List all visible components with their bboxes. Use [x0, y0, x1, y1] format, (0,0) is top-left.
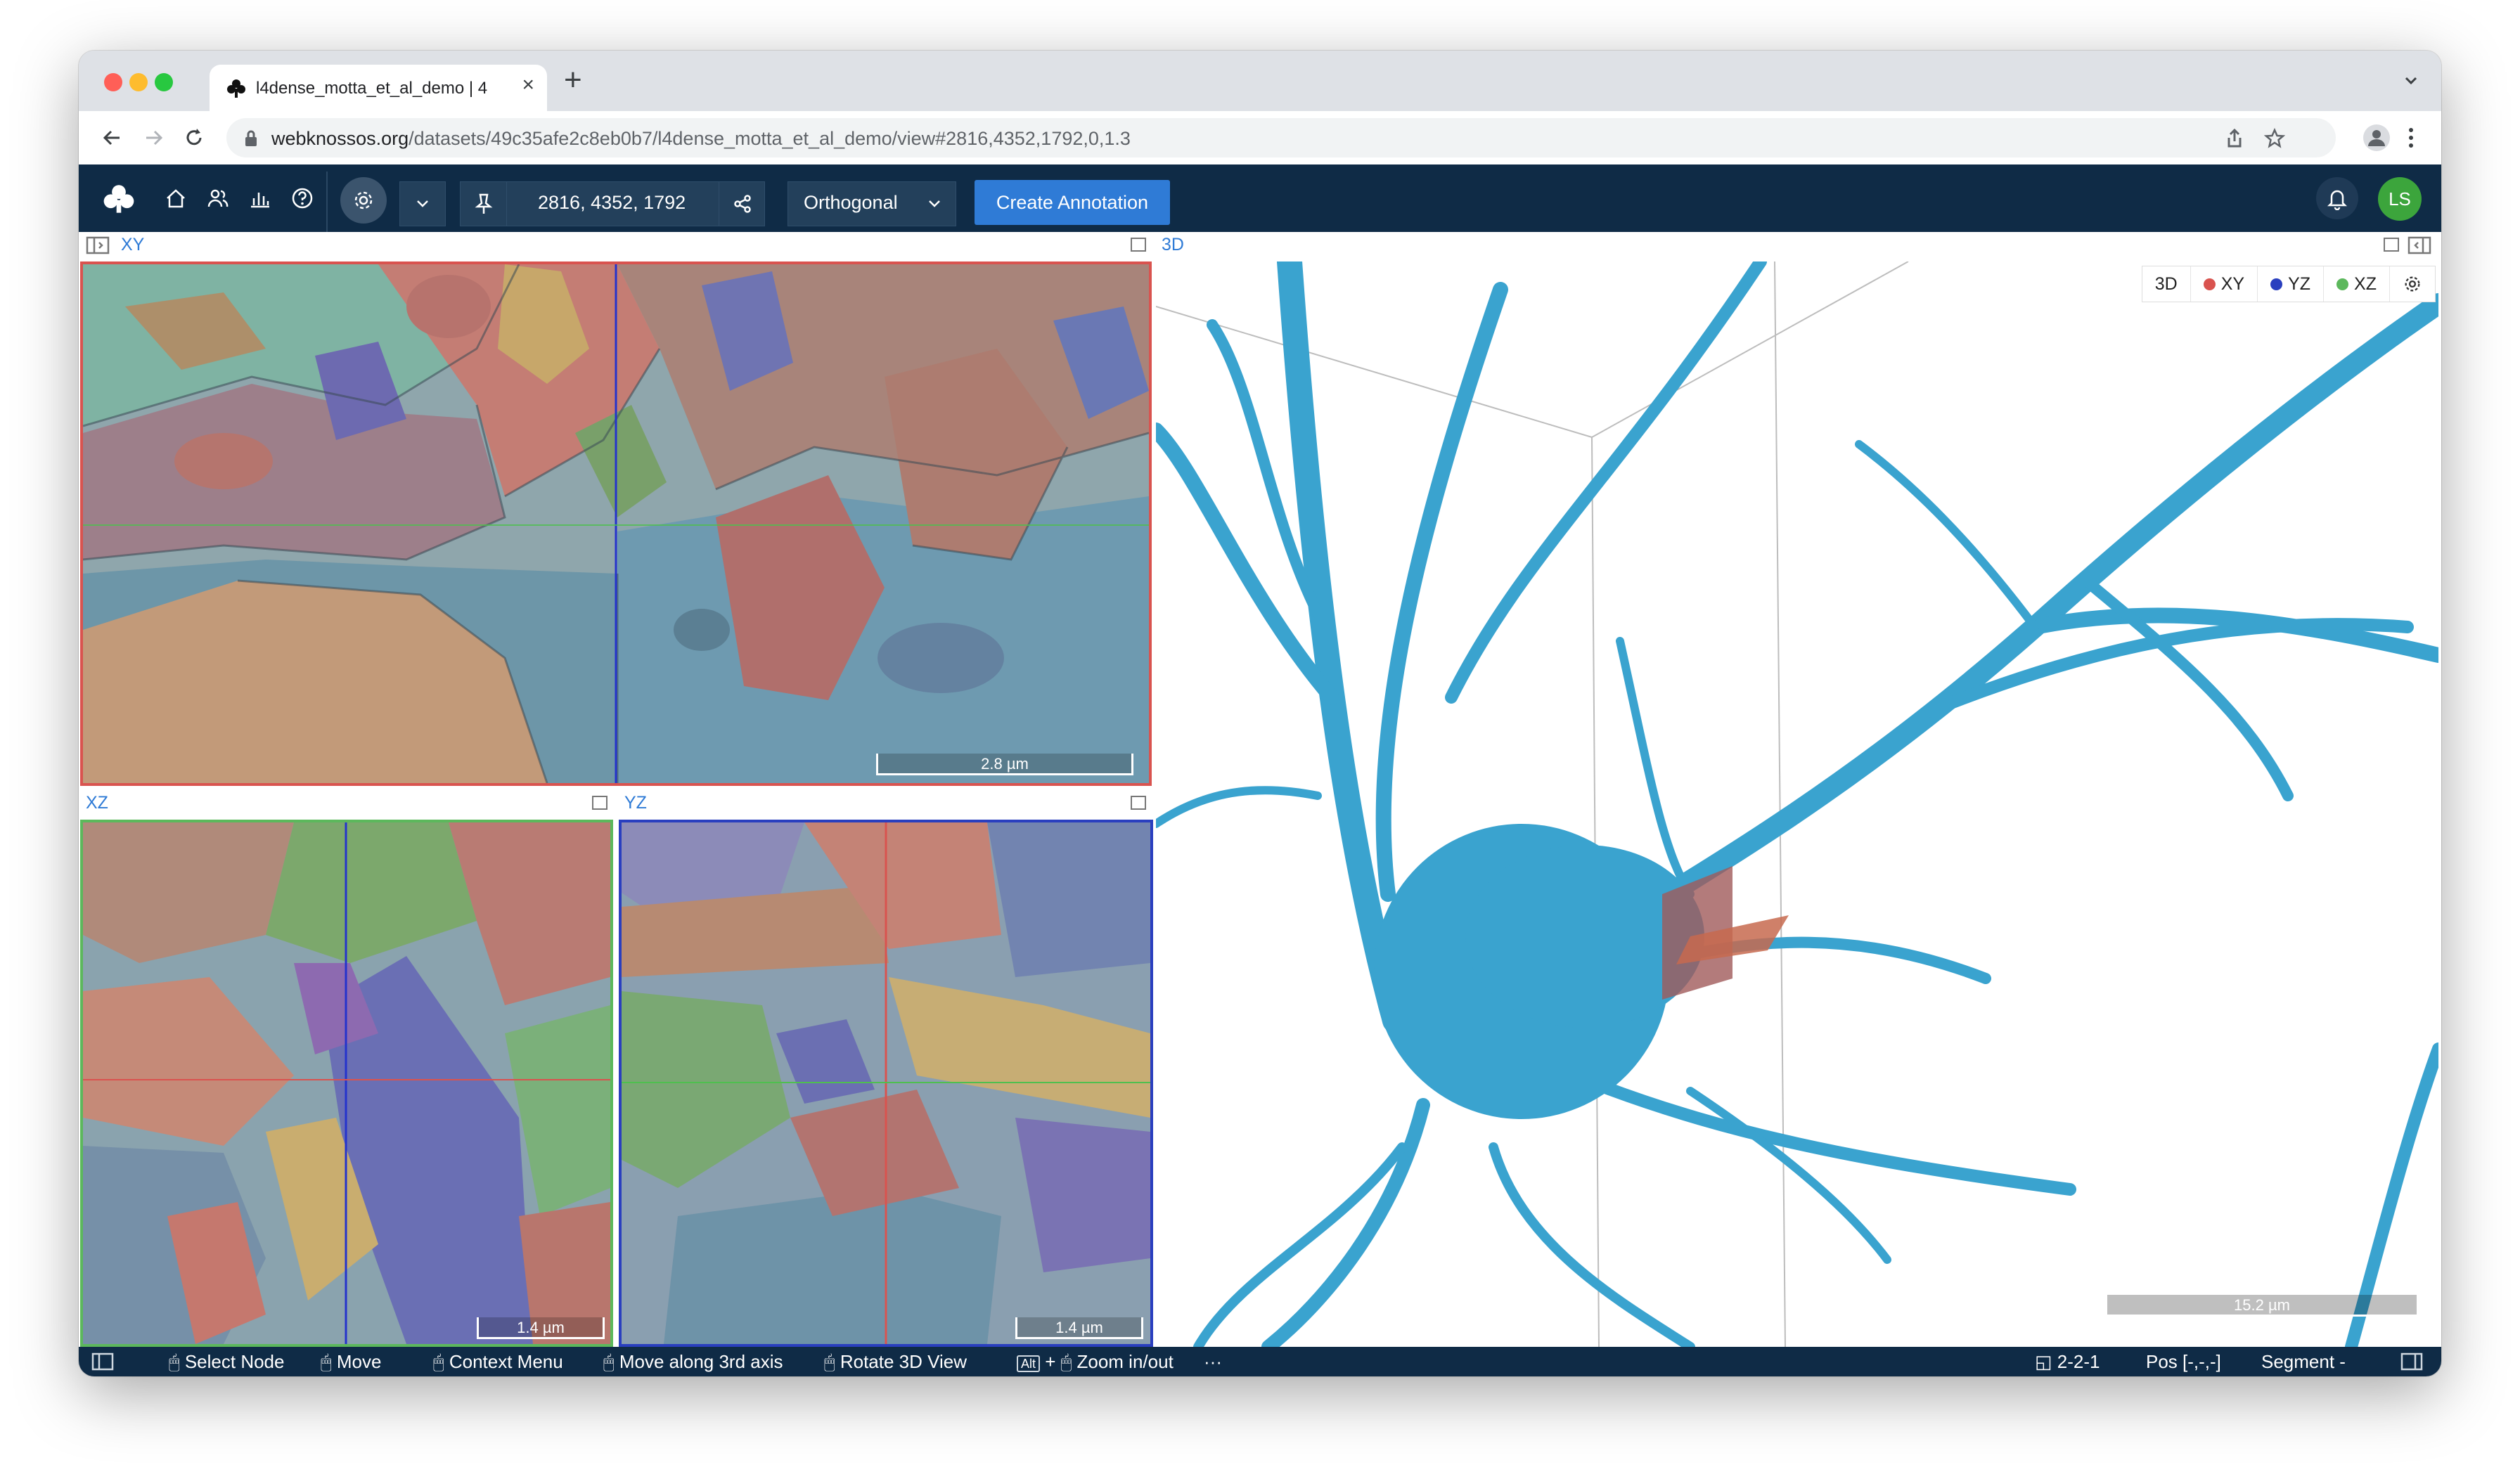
- view-mode-select[interactable]: Orthogonal: [788, 181, 956, 226]
- statistics-icon[interactable]: [246, 184, 274, 212]
- position-indicator: Pos [-,-,-]: [2146, 1351, 2221, 1372]
- maximize-xz-icon[interactable]: [592, 796, 608, 810]
- 3d-viewport[interactable]: 3D XY YZ XZ 15.2 µm: [1156, 261, 2438, 1347]
- select-node-hint: 🖱 Select Node: [169, 1351, 285, 1372]
- maximize-yz-icon[interactable]: [1131, 796, 1146, 810]
- maximize-window-button[interactable]: [155, 73, 173, 91]
- xy-viewport[interactable]: 2.8 µm: [80, 261, 1152, 786]
- create-annotation-button[interactable]: Create Annotation: [975, 180, 1170, 225]
- settings-button[interactable]: [340, 177, 387, 224]
- segment-indicator: Segment -: [2261, 1351, 2346, 1372]
- 3d-scalebar: 15.2 µm: [2105, 1295, 2419, 1317]
- context-menu-hint: 🖱 Context Menu: [433, 1351, 563, 1372]
- position-input[interactable]: 2816, 4352, 1792: [506, 181, 720, 226]
- move-hint: 🖱 Move: [321, 1351, 382, 1372]
- view-xy-button[interactable]: XY: [2191, 266, 2258, 302]
- share-position-button[interactable]: [719, 181, 765, 226]
- close-window-button[interactable]: [104, 73, 122, 91]
- yz-dot-icon: [2270, 278, 2283, 290]
- bookmark-star-icon[interactable]: [2264, 128, 2285, 149]
- move-3rd-axis-hint: 🖱 Move along 3rd axis: [603, 1351, 783, 1372]
- more-hints-button[interactable]: ···: [1204, 1351, 1222, 1373]
- pushpin-icon: [475, 193, 493, 214]
- viewport-area: XY 2.8 µm XZ 1.4 µm YZ 1.4 µm 3D 3D XY Y…: [79, 232, 2441, 1347]
- close-tab-icon[interactable]: ×: [522, 73, 534, 97]
- maximize-3d-icon[interactable]: [2384, 238, 2399, 252]
- position-value: 2816, 4352, 1792: [538, 192, 686, 213]
- back-arrow-icon[interactable]: [100, 125, 125, 150]
- toggle-right-sidebar-icon[interactable]: [2408, 236, 2431, 254]
- share-icon: [734, 195, 751, 213]
- td-viewport-label: 3D: [1162, 235, 1184, 254]
- address-bar[interactable]: webknossos.org/datasets/49c35afe2c8eb0b7…: [226, 118, 2336, 157]
- toggle-left-sidebar-icon[interactable]: [86, 236, 110, 254]
- view-xz-button[interactable]: XZ: [2324, 266, 2390, 302]
- bell-icon: [2327, 190, 2348, 210]
- toggle-right-panel-icon[interactable]: [2400, 1352, 2423, 1371]
- yz-scalebar: 1.4 µm: [1015, 1317, 1143, 1339]
- gear-icon: [2405, 276, 2420, 292]
- view-yz-button[interactable]: YZ: [2258, 266, 2325, 302]
- xy-scalebar: 2.8 µm: [876, 754, 1133, 775]
- chevron-down-icon: [929, 200, 940, 207]
- url-text: webknossos.org/datasets/49c35afe2c8eb0b7…: [271, 128, 1131, 149]
- tab-bar: l4dense_motta_et_al_demo | 4 × +: [79, 51, 2441, 111]
- profile-icon[interactable]: [2362, 124, 2391, 152]
- xz-scalebar: 1.4 µm: [477, 1317, 605, 1339]
- yz-viewport-label: YZ: [624, 793, 647, 813]
- 3d-settings-button[interactable]: [2390, 266, 2435, 302]
- navbar-divider: [326, 172, 328, 232]
- browser-window: l4dense_motta_et_al_demo | 4 × + webknos…: [79, 51, 2441, 1376]
- help-icon[interactable]: [288, 184, 316, 212]
- tab-title: l4dense_motta_et_al_demo | 4: [256, 79, 488, 98]
- users-icon[interactable]: [204, 184, 232, 212]
- home-icon[interactable]: [162, 184, 190, 212]
- 3d-view-buttons: 3D XY YZ XZ: [2141, 266, 2436, 302]
- toggle-left-panel-icon[interactable]: [91, 1352, 114, 1371]
- gear-icon: [354, 191, 373, 209]
- yz-viewport[interactable]: 1.4 µm: [619, 820, 1153, 1347]
- webknossos-navbar: 2816, 4352, 1792 Orthogonal Create Annot…: [79, 164, 2441, 232]
- xz-viewport[interactable]: 1.4 µm: [80, 820, 613, 1347]
- zoom-hint: Alt + 🖱 Zoom in/out: [1017, 1351, 1174, 1374]
- chevron-down-icon: [417, 200, 428, 207]
- notifications-button[interactable]: [2316, 177, 2358, 219]
- view-mode-value: Orthogonal: [804, 192, 898, 213]
- browser-tab[interactable]: l4dense_motta_et_al_demo | 4 ×: [210, 65, 547, 111]
- browser-menu-icon[interactable]: [2406, 125, 2416, 150]
- minimize-window-button[interactable]: [129, 73, 148, 91]
- pin-position-button[interactable]: [460, 181, 508, 226]
- maximize-xy-icon[interactable]: [1131, 238, 1146, 252]
- tab-search-chevron-icon[interactable]: [2402, 72, 2420, 90]
- xz-dot-icon: [2336, 278, 2349, 290]
- xy-viewport-label: XY: [121, 235, 145, 254]
- lock-icon: [245, 130, 257, 146]
- reload-icon[interactable]: [181, 125, 207, 150]
- webknossos-favicon-icon: [227, 79, 245, 98]
- share-page-icon[interactable]: [2225, 128, 2244, 149]
- layout-dropdown-button[interactable]: [399, 181, 446, 226]
- view-3d-button[interactable]: 3D: [2142, 266, 2191, 302]
- new-tab-button[interactable]: +: [564, 65, 582, 96]
- xy-dot-icon: [2203, 278, 2216, 290]
- user-avatar[interactable]: LS: [2378, 177, 2422, 221]
- status-bar: 🖱 Select Node 🖱 Move 🖱 Context Menu 🖱 Mo…: [79, 1347, 2441, 1376]
- magnification-indicator: ◱ 2-2-1: [2035, 1351, 2100, 1372]
- webknossos-logo-icon[interactable]: [103, 183, 135, 215]
- xz-viewport-label: XZ: [86, 793, 108, 813]
- rotate-3d-hint: 🖱 Rotate 3D View: [824, 1351, 967, 1372]
- browser-toolbar: webknossos.org/datasets/49c35afe2c8eb0b7…: [79, 111, 2441, 164]
- forward-arrow-icon[interactable]: [141, 125, 166, 150]
